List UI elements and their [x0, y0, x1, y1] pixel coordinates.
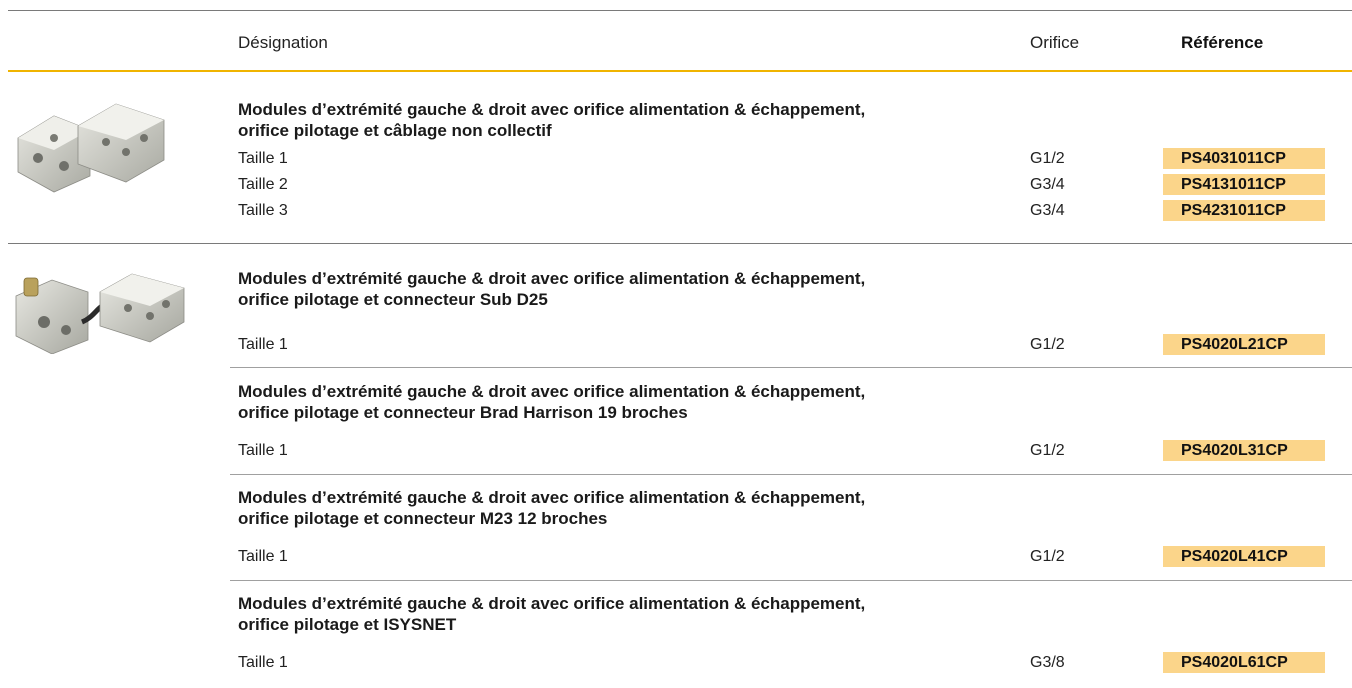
group-3-row-1-reference: PS4020L31CP	[1163, 440, 1325, 461]
group-3-row-1-size: Taille 1	[238, 442, 288, 459]
group-1-row-2-port: G3/4	[1030, 176, 1065, 193]
group-2-row-1-reference: PS4020L21CP	[1163, 334, 1325, 355]
group-1-row-2-reference: PS4131011CP	[1163, 174, 1325, 195]
product-image-connector-modules	[15, 273, 185, 354]
group-2-row-1-port: G1/2	[1030, 336, 1065, 353]
header-reference: Référence	[1181, 33, 1264, 52]
header-designation: Désignation	[238, 33, 328, 52]
row-divider	[230, 367, 1352, 368]
group-4-row-1-port: G1/2	[1030, 548, 1065, 565]
group-1-row-3-size: Taille 3	[238, 202, 288, 219]
group-1-row-2-size: Taille 2	[238, 176, 288, 193]
group-4-row-1-reference: PS4020L41CP	[1163, 546, 1325, 567]
group-5-title-line1: Modules d’extrémité gauche & droit avec …	[238, 594, 866, 613]
group-3-row-1-port: G1/2	[1030, 442, 1065, 459]
group-1-row-1-port: G1/2	[1030, 150, 1065, 167]
group-1-row-1-reference: PS4031011CP	[1163, 148, 1325, 169]
group-2-row-1-size: Taille 1	[238, 336, 288, 353]
top-rule	[8, 10, 1352, 11]
group-3-title-line1: Modules d’extrémité gauche & droit avec …	[238, 382, 866, 401]
group-5-title-line2: orifice pilotage et ISYSNET	[238, 615, 457, 634]
group-1-title: Modules d’extrémité gauche & droit avec …	[238, 99, 1038, 141]
group-5-row-1-port: G3/8	[1030, 654, 1065, 671]
group-1-title-line1: Modules d’extrémité gauche & droit avec …	[238, 100, 866, 119]
group-2-title-line2: orifice pilotage et connecteur Sub D25	[238, 290, 548, 309]
group-4-title-line2: orifice pilotage et connecteur M23 12 br…	[238, 509, 608, 528]
header-orifice: Orifice	[1030, 33, 1080, 52]
group-5-row-1-reference: PS4020L61CP	[1163, 652, 1325, 673]
group-4-title: Modules d’extrémité gauche & droit avec …	[238, 487, 1038, 529]
group-4-title-line1: Modules d’extrémité gauche & droit avec …	[238, 488, 866, 507]
group-2-title-line1: Modules d’extrémité gauche & droit avec …	[238, 269, 866, 288]
header-accent-rule	[8, 70, 1352, 72]
group-4-row-1-size: Taille 1	[238, 548, 288, 565]
row-divider	[230, 474, 1352, 475]
group-1-row-3-port: G3/4	[1030, 202, 1065, 219]
group-3-title-line2: orifice pilotage et connecteur Brad Harr…	[238, 403, 688, 422]
group-1-row-1-size: Taille 1	[238, 150, 288, 167]
row-divider	[230, 580, 1352, 581]
group-5-row-1-size: Taille 1	[238, 654, 288, 671]
section-rule	[8, 243, 1352, 244]
product-image-end-modules	[17, 103, 165, 193]
group-3-title: Modules d’extrémité gauche & droit avec …	[238, 381, 1038, 423]
group-1-row-3-reference: PS4231011CP	[1163, 200, 1325, 221]
group-5-title: Modules d’extrémité gauche & droit avec …	[238, 593, 1038, 635]
group-2-title: Modules d’extrémité gauche & droit avec …	[238, 268, 1038, 310]
group-1-title-line2: orifice pilotage et câblage non collecti…	[238, 121, 552, 140]
